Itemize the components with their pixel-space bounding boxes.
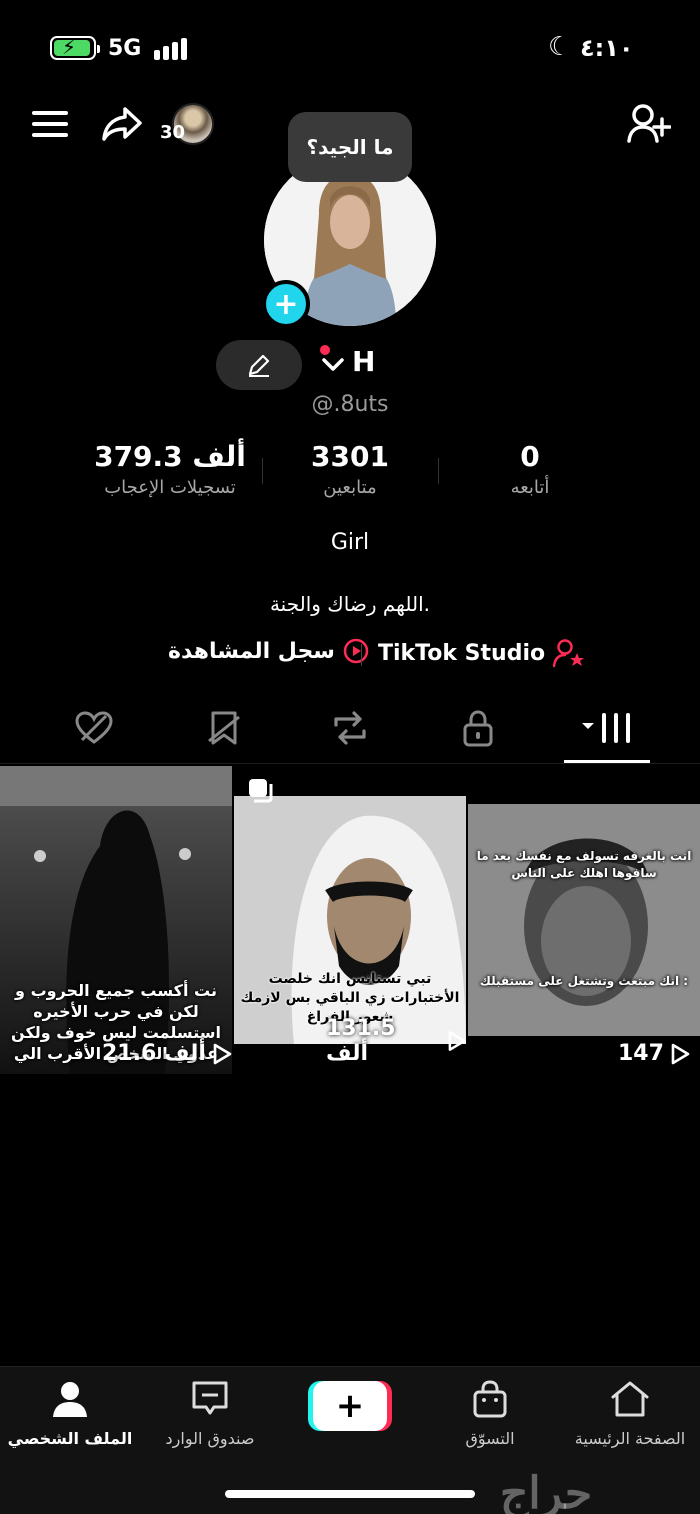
nav-home[interactable]: الصفحة الرئيسية bbox=[560, 1379, 700, 1448]
moon-icon: ☾ bbox=[548, 32, 572, 62]
tab-reposts[interactable] bbox=[320, 708, 380, 748]
watermark-logo: حراج bbox=[500, 1468, 593, 1514]
view-count: 21.6 ألف bbox=[102, 1041, 232, 1066]
tiktok-studio-link[interactable]: TikTok Studio bbox=[378, 638, 587, 668]
pencil-icon bbox=[248, 354, 270, 377]
create-button[interactable]: + bbox=[313, 1381, 387, 1431]
active-tab-indicator bbox=[564, 760, 650, 763]
bio-title: Girl bbox=[330, 530, 370, 555]
battery-icon: ⚡ bbox=[50, 35, 100, 60]
notification-dot bbox=[320, 345, 330, 355]
video-thumbnail[interactable]: نت أكسب جميع الحروب و لكن في حرب الأخيره… bbox=[0, 766, 232, 1074]
chevron-down-icon bbox=[322, 357, 344, 371]
menu-icon[interactable] bbox=[30, 104, 70, 144]
multi-photo-icon bbox=[249, 779, 273, 803]
nav-profile[interactable]: الملف الشخصي bbox=[0, 1379, 140, 1448]
account-switcher[interactable]: H bbox=[320, 345, 375, 378]
add-story-button[interactable]: + bbox=[262, 280, 310, 328]
link-separator bbox=[361, 644, 362, 666]
shopping-bag-icon bbox=[473, 1380, 507, 1418]
play-icon bbox=[213, 1043, 232, 1064]
play-icon bbox=[671, 1043, 690, 1064]
play-circle-icon bbox=[343, 638, 369, 664]
friends-count-badge: 30 bbox=[160, 122, 186, 143]
repost-icon bbox=[334, 711, 366, 745]
tooltip: ما الجيد؟ bbox=[288, 112, 412, 182]
view-count: 131.5 ألف bbox=[326, 1016, 466, 1066]
nav-shop[interactable]: التسوّق bbox=[420, 1379, 560, 1448]
clock: ٤:١٠ bbox=[580, 34, 634, 62]
profile-name: H bbox=[352, 345, 376, 378]
heart-hidden-icon bbox=[75, 711, 113, 744]
add-friend-icon[interactable] bbox=[626, 102, 672, 146]
tab-videos[interactable] bbox=[576, 708, 636, 748]
watch-history-link[interactable]: سجل المشاهدة bbox=[168, 638, 369, 664]
play-icon bbox=[448, 1031, 466, 1051]
nav-inbox[interactable]: صندوق الوارد bbox=[140, 1379, 280, 1448]
video-thumbnail[interactable]: انت بالغرفه تسولف مع نفسك بعد ما سافوها … bbox=[468, 766, 700, 1074]
lock-icon bbox=[463, 710, 493, 747]
tab-liked[interactable] bbox=[64, 708, 124, 748]
status-bar: ⚡ 5G ☾ ٤:١٠ bbox=[0, 28, 700, 68]
profile-links: سجل المشاهدة TikTok Studio bbox=[0, 638, 700, 672]
tab-private[interactable] bbox=[448, 708, 508, 748]
profile-handle: @.8uts bbox=[311, 392, 389, 417]
edit-profile-button[interactable] bbox=[216, 340, 302, 390]
inbox-icon bbox=[192, 1381, 228, 1415]
profile-tabs bbox=[0, 700, 700, 764]
share-icon[interactable] bbox=[100, 102, 144, 146]
network-type: 5G bbox=[108, 36, 142, 61]
view-count: 147 bbox=[618, 1041, 690, 1066]
bookmark-hidden-icon bbox=[208, 711, 240, 745]
tab-favorites[interactable] bbox=[194, 708, 254, 748]
signal-icon bbox=[154, 38, 187, 60]
likes-stat: 379.3 ألف تسجيلات الإعجاب bbox=[94, 440, 246, 498]
home-indicator[interactable] bbox=[225, 1490, 475, 1498]
grid-icon bbox=[582, 713, 630, 743]
person-icon bbox=[53, 1382, 87, 1417]
creator-star-icon bbox=[553, 639, 585, 668]
home-icon bbox=[611, 1381, 649, 1417]
bio-text: اللهم رضاك والجنة. bbox=[269, 592, 431, 616]
video-thumbnail[interactable]: تبي تستانس انك خلصت الأختبارات زي الباقي… bbox=[234, 766, 466, 1074]
following-stat[interactable]: 0 أتابعه bbox=[430, 440, 630, 498]
followers-stat[interactable]: 3301 متابعين bbox=[250, 440, 450, 498]
